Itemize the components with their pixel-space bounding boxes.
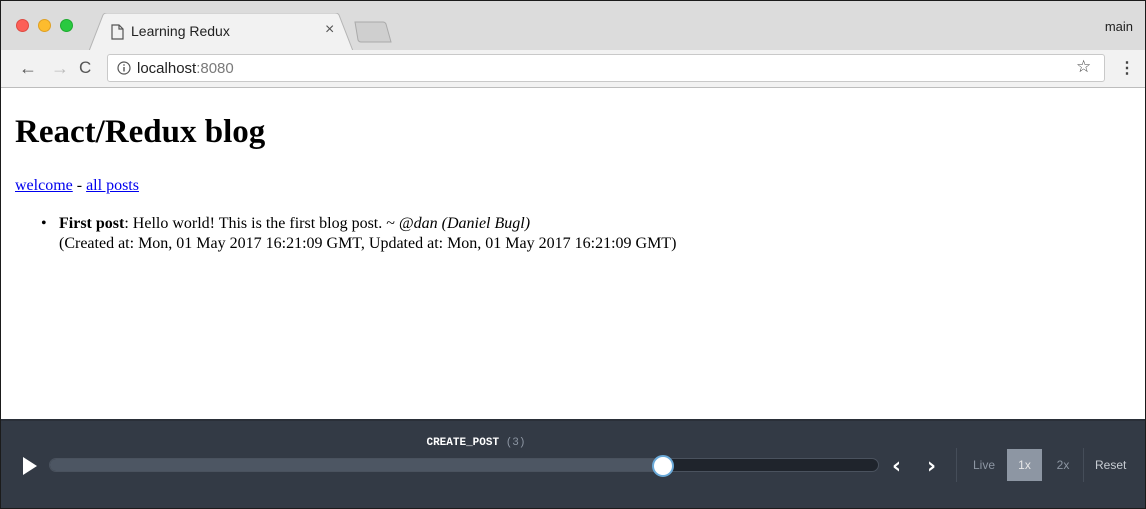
back-arrow-icon[interactable]: ← [19, 56, 37, 80]
browser-window: Learning Redux × main ← → C localhost:80… [0, 0, 1146, 509]
post-body: Hello world! This is the first blog post… [132, 215, 399, 232]
profile-name[interactable]: main [1105, 19, 1133, 34]
post-title: First post [59, 215, 125, 232]
action-slider-track[interactable] [49, 458, 879, 472]
action-name: CREATE_POST [426, 437, 500, 449]
welcome-link[interactable]: welcome [15, 177, 73, 194]
speed-2x-button[interactable]: 2x [1048, 449, 1078, 481]
redux-devtools-slider-monitor: CREATE_POST (3) ‹ › Live 1x 2x Reset [1, 419, 1145, 508]
page-nav: welcome - all posts [15, 177, 139, 195]
speed-1x-button[interactable]: 1x [1007, 449, 1042, 481]
bookmark-star-icon[interactable]: ☆ [1076, 57, 1091, 77]
page-title: React/Redux blog [15, 114, 266, 150]
close-window-button[interactable] [16, 19, 29, 32]
list-bullet: • [41, 215, 47, 232]
url-host: localhost [137, 60, 197, 77]
list-item: • First post: Hello world! This is the f… [39, 214, 676, 254]
info-icon[interactable] [117, 61, 131, 75]
action-slider-fill [50, 459, 665, 471]
tab-strip: Learning Redux × main [1, 1, 1145, 51]
next-action-icon[interactable]: › [927, 454, 936, 479]
action-count: (3) [505, 437, 526, 449]
minimize-window-button[interactable] [38, 19, 51, 32]
document-icon [111, 24, 124, 40]
action-slider-thumb[interactable] [652, 455, 675, 477]
speed-live-button[interactable]: Live [969, 449, 999, 481]
tab-title: Learning Redux [131, 23, 230, 39]
url-port: :8080 [196, 60, 234, 77]
tab-close-icon[interactable]: × [325, 21, 334, 39]
previous-action-icon[interactable]: ‹ [892, 454, 901, 479]
post-author: @dan (Daniel Bugl) [398, 215, 531, 232]
reload-icon[interactable]: C [79, 56, 91, 80]
divider [956, 448, 957, 482]
post-line: First post: Hello world! This is the fir… [59, 214, 676, 234]
forward-arrow-icon[interactable]: → [51, 56, 69, 80]
play-icon[interactable] [23, 457, 37, 475]
post-list: • First post: Hello world! This is the f… [39, 214, 676, 254]
page-content: React/Redux blog welcome - all posts • F… [1, 89, 1145, 419]
maximize-window-button[interactable] [60, 19, 73, 32]
url-text[interactable]: localhost:8080 [137, 60, 234, 77]
tab-learning-redux[interactable]: Learning Redux × [89, 13, 353, 51]
nav-separator: - [72, 177, 87, 194]
all-posts-link[interactable]: all posts [86, 177, 139, 194]
reset-button[interactable]: Reset [1095, 449, 1126, 481]
browser-toolbar: ← → C localhost:8080 ☆ ⋮ [1, 50, 1145, 88]
address-bar[interactable]: localhost:8080 [107, 54, 1105, 82]
new-tab-button[interactable] [353, 21, 393, 43]
current-action-label: CREATE_POST (3) [1, 437, 951, 449]
post-meta: (Created at: Mon, 01 May 2017 16:21:09 G… [59, 235, 677, 252]
divider [1083, 448, 1084, 482]
post-title-separator: : [124, 215, 133, 232]
browser-menu-icon[interactable]: ⋮ [1119, 58, 1135, 78]
